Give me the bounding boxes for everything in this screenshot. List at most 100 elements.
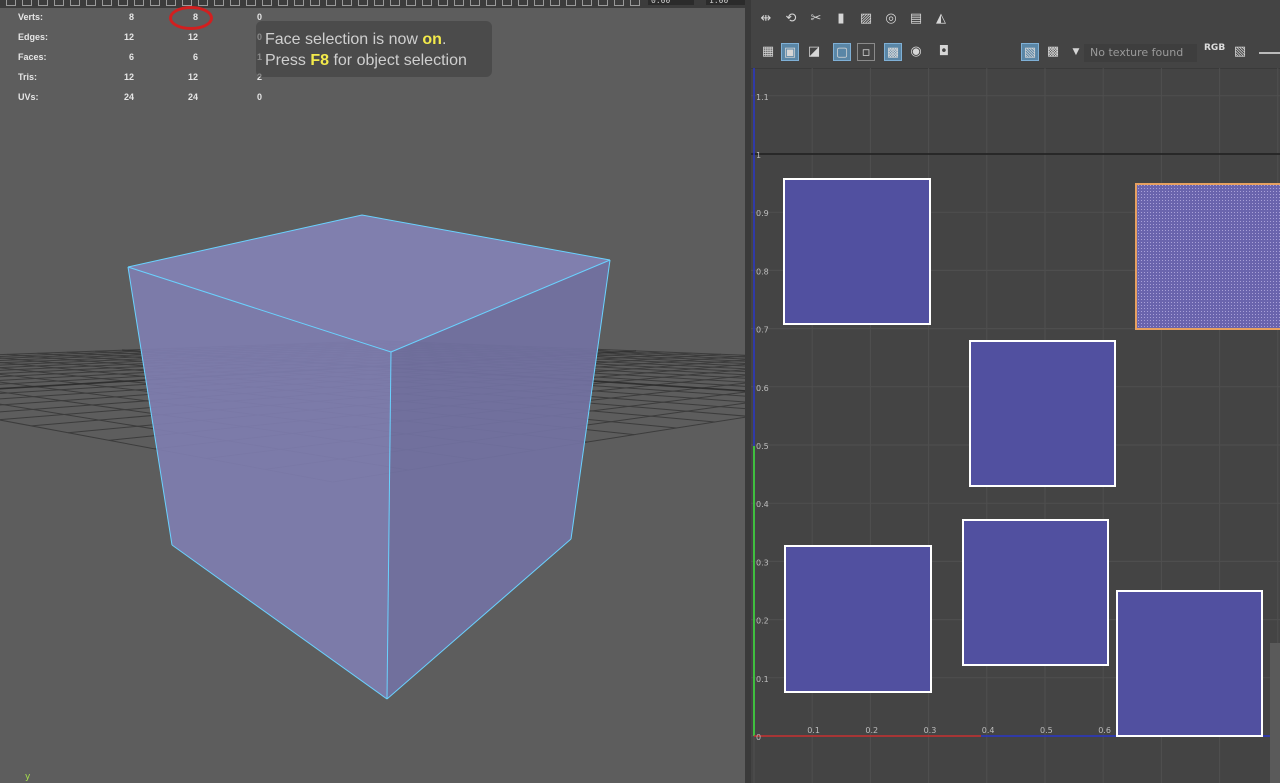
layout-icon[interactable]: ▤ [907, 10, 925, 28]
uv-shell[interactable] [784, 545, 932, 693]
toolbar-tool-icon[interactable] [358, 0, 368, 6]
uv-tick-label-u: 0.2 [865, 726, 878, 735]
uv-shell[interactable] [969, 340, 1116, 487]
toolbar-tool-icon[interactable] [406, 0, 416, 6]
toolbar-tool-icon[interactable] [454, 0, 464, 6]
uv-shaded-icon[interactable]: ▣ [781, 43, 799, 61]
image-display-icon[interactable]: ▧ [1021, 43, 1039, 61]
hud-row: Verts: 8 8 0 [18, 12, 278, 24]
toolbar-tool-icon[interactable] [246, 0, 256, 6]
texture-select[interactable]: No texture found [1084, 44, 1197, 62]
exposure-slider[interactable] [1259, 52, 1280, 54]
flip-icon[interactable]: ⇹ [757, 10, 775, 28]
toolbar-tool-icon[interactable] [198, 0, 208, 6]
toolbar-tool-icon[interactable] [70, 0, 80, 6]
toolbar-tool-icon[interactable] [134, 0, 144, 6]
snap-icon[interactable]: ▫ [857, 43, 875, 61]
toolbar-tool-icon[interactable] [374, 0, 384, 6]
message-highlight-on: on [422, 31, 442, 48]
toolbar-tool-icon[interactable] [310, 0, 320, 6]
toolbar-tool-icon[interactable] [534, 0, 544, 6]
camera-icon[interactable]: ◘ [935, 43, 953, 61]
toolbar-tool-icon[interactable] [102, 0, 112, 6]
toolbar-field[interactable]: 1.00 [706, 0, 745, 5]
toolbar-tool-icon[interactable] [630, 0, 640, 6]
uv-editor-panel[interactable]: ⇹ ⟲ ✂ ▮ ▨ ◎ ▤ ◭ ▦ ▣ ◪ ▢ ▫ ▩ ◉ ◘ ▧ ▩ ▼ No… [751, 0, 1280, 783]
toolbar-tool-icon[interactable] [390, 0, 400, 6]
uv-shell[interactable] [962, 519, 1109, 666]
hud-value: 6 [192, 52, 198, 62]
orient-icon[interactable]: ◭ [932, 10, 950, 28]
uv-tick-label-v: 0.3 [756, 558, 769, 567]
uv-tick-label-v: 0.4 [756, 500, 769, 509]
hud-value: 8 [128, 12, 134, 22]
toolbar-field[interactable]: 0.00 [648, 0, 694, 5]
message-text: for object selection [329, 52, 467, 69]
hud-value: 6 [128, 52, 134, 62]
rotate-uv-icon[interactable]: ⟲ [782, 10, 800, 28]
toolbar-tool-icon[interactable] [278, 0, 288, 6]
toolbar-tool-icon[interactable] [566, 0, 576, 6]
uv-scrollbar[interactable] [1270, 643, 1280, 783]
toolbar-tool-icon[interactable] [470, 0, 480, 6]
checker-icon[interactable]: ▩ [1044, 43, 1062, 61]
hud-row: Tris: 12 12 2 [18, 72, 278, 84]
message-text: Press [265, 52, 311, 69]
uv-shell[interactable] [783, 178, 931, 325]
toolbar-tool-icon[interactable] [486, 0, 496, 6]
uv-tick-label-u: 0.3 [924, 726, 937, 735]
uv-distortion-icon[interactable]: ◪ [805, 43, 823, 61]
hud-value: 12 [187, 32, 198, 42]
toolbar-tool-icon[interactable] [6, 0, 16, 6]
toolbar-tool-icon[interactable] [614, 0, 624, 6]
axis-indicator-y: y [25, 772, 31, 782]
toolbar-tool-icon[interactable] [438, 0, 448, 6]
toolbar-tool-icon[interactable] [54, 0, 64, 6]
toolbar-tool-icon[interactable] [38, 0, 48, 6]
toolbar-tool-icon[interactable] [86, 0, 96, 6]
grid-toggle-icon[interactable]: ▢ [833, 43, 851, 61]
uv-tick-label-u: 0.1 [807, 726, 820, 735]
sew-icon[interactable]: ▮ [832, 10, 850, 28]
uv-tick-label-u: 0.5 [1040, 726, 1053, 735]
toolbar-tool-icon[interactable] [22, 0, 32, 6]
uv-tick-label-v: 1 [756, 151, 761, 160]
hud-value: 0 [256, 12, 262, 22]
toolbar-tool-icon[interactable] [150, 0, 160, 6]
toolbar-tool-icon[interactable] [262, 0, 272, 6]
uv-display-icon[interactable]: ▦ [759, 43, 777, 61]
toolbar-tool-icon[interactable] [294, 0, 304, 6]
toolbar-tool-icon[interactable] [326, 0, 336, 6]
3d-viewport[interactable]: 0.001.00 Verts:880Edges:12120Faces:661Tr… [0, 0, 745, 783]
viewport-canvas[interactable] [0, 0, 745, 783]
toolbar-tool-icon[interactable] [582, 0, 592, 6]
hud-value: 0 [256, 92, 262, 102]
image-icon[interactable]: ▧ [1231, 43, 1249, 61]
uv-grid-canvas[interactable]: 1.1 1 0.9 0.8 0.7 0.6 0.5 0.4 0.3 0.2 0.1 0 0.1 0.2 0.… [751, 68, 1280, 783]
isolate-icon[interactable]: ◉ [907, 43, 925, 61]
toolbar-tool-icon[interactable] [118, 0, 128, 6]
rgb-channel-toggle[interactable]: RGB [1204, 43, 1225, 53]
uv-tick-label-u: 0.4 [982, 726, 995, 735]
hud-label: UVs: [18, 92, 39, 102]
uv-tick-label-v: 0.6 [756, 384, 769, 393]
toolbar-tool-icon[interactable] [342, 0, 352, 6]
hud-value: 12 [123, 32, 134, 42]
toolbar-tool-icon[interactable] [214, 0, 224, 6]
toolbar-tool-icon[interactable] [422, 0, 432, 6]
uv-shell-selected[interactable] [1135, 183, 1280, 330]
toolbar-tool-icon[interactable] [502, 0, 512, 6]
toolbar-tool-icon[interactable] [166, 0, 176, 6]
pixel-snap-icon[interactable]: ▩ [884, 43, 902, 61]
toolbar-tool-icon[interactable] [550, 0, 560, 6]
uv-toolbar-top: ⇹ ⟲ ✂ ▮ ▨ ◎ ▤ ◭ [751, 0, 1280, 38]
uv-shell[interactable] [1116, 590, 1263, 737]
chevron-down-icon[interactable]: ▼ [1067, 43, 1085, 61]
toolbar-tool-icon[interactable] [518, 0, 528, 6]
cut-tool-icon[interactable]: ✂ [807, 10, 825, 28]
viewport-toolbar: 0.00 1.00 [0, 0, 745, 8]
optimize-icon[interactable]: ◎ [882, 10, 900, 28]
unfold-icon[interactable]: ▨ [857, 10, 875, 28]
toolbar-tool-icon[interactable] [230, 0, 240, 6]
toolbar-tool-icon[interactable] [598, 0, 608, 6]
